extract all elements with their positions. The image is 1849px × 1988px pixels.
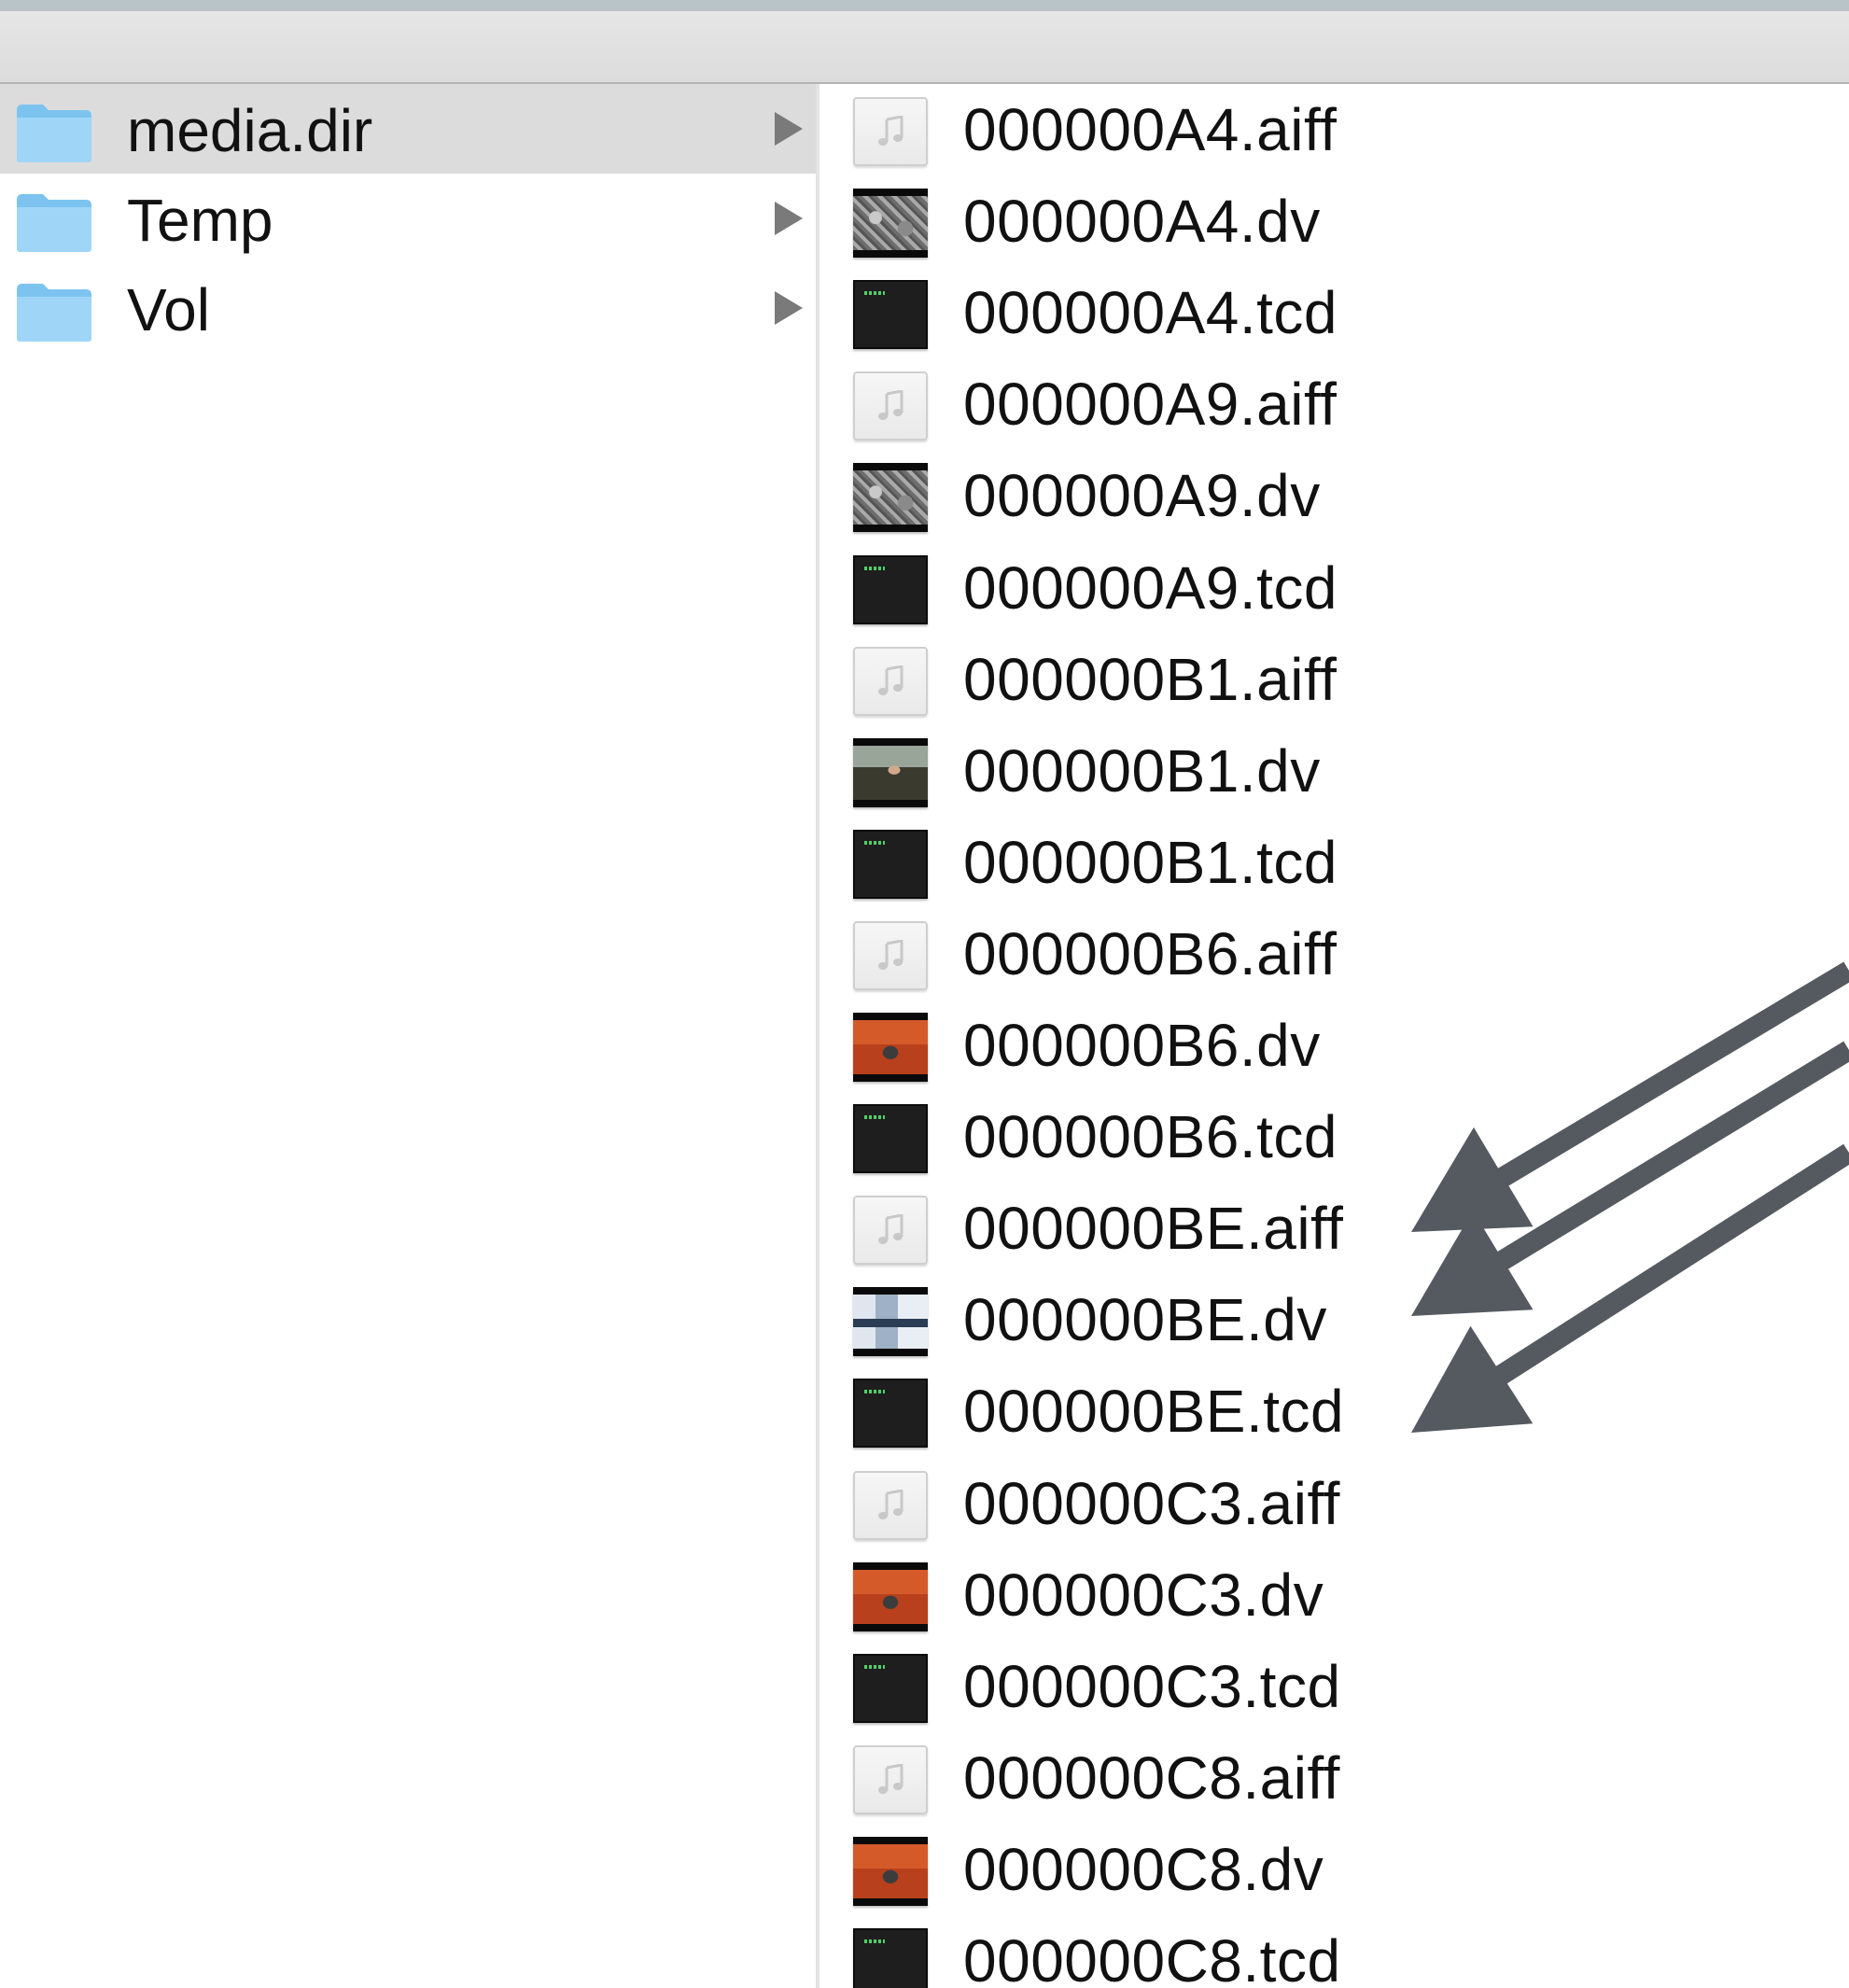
file-row[interactable]: 000000A4.tcd [819, 267, 1849, 358]
timecode-file-icon [853, 280, 928, 350]
file-row[interactable]: 000000A4.dv [819, 175, 1849, 267]
folder-row-temp[interactable]: Temp [0, 174, 816, 263]
file-row[interactable]: 000000C8.tcd [819, 1915, 1849, 1988]
file-row[interactable]: 000000A9.tcd [819, 542, 1849, 634]
browser-column-folders: media.dir Temp Vol [0, 84, 816, 1988]
browser-column-files: 000000A4.aiff 000000A4.dv 000000A4.tcd 0000… [819, 84, 1849, 1988]
file-row[interactable]: 000000B1.dv [819, 725, 1849, 817]
file-name: 000000B6.tcd [963, 1103, 1338, 1171]
file-name: 000000C3.aiff [963, 1469, 1340, 1537]
file-row[interactable]: 000000BE.dv [819, 1274, 1849, 1365]
disclosure-triangle-icon [775, 291, 803, 325]
file-name: 000000A9.aiff [963, 371, 1338, 439]
folder-icon [17, 284, 91, 342]
file-name: 000000A4.aiff [963, 96, 1338, 163]
audio-file-icon [853, 97, 928, 166]
folder-row-vol[interactable]: Vol [0, 263, 816, 353]
timecode-file-icon [853, 554, 928, 624]
video-thumbnail-icon [853, 737, 928, 807]
file-row[interactable]: 000000C8.aiff [819, 1732, 1849, 1824]
file-name: 000000B1.dv [963, 736, 1321, 805]
folder-icon [17, 105, 91, 162]
file-row[interactable]: 000000A9.aiff [819, 358, 1849, 450]
file-name: 000000C8.aiff [963, 1743, 1340, 1812]
file-name: 000000A9.dv [963, 462, 1321, 530]
file-row[interactable]: 000000C3.aiff [819, 1458, 1849, 1549]
folder-label: Vol [127, 276, 210, 343]
file-row[interactable]: 000000BE.tcd [819, 1365, 1849, 1457]
audio-file-icon [853, 920, 928, 990]
file-row[interactable]: 000000A9.dv [819, 450, 1849, 541]
timecode-file-icon [853, 829, 928, 899]
folder-row-media-dir[interactable]: media.dir [0, 84, 816, 174]
video-thumbnail-icon [853, 1013, 928, 1082]
video-thumbnail-icon [853, 189, 928, 259]
file-row[interactable]: 000000C3.dv [819, 1549, 1849, 1641]
video-thumbnail-icon [853, 1836, 928, 1906]
file-row[interactable]: 000000BE.aiff [819, 1183, 1849, 1274]
file-name: 000000B6.aiff [963, 919, 1338, 987]
file-name: 000000BE.aiff [963, 1195, 1344, 1263]
video-thumbnail-icon [853, 1287, 928, 1357]
audio-file-icon [853, 1196, 928, 1266]
disclosure-triangle-icon [775, 112, 803, 146]
audio-file-icon [853, 1470, 928, 1540]
file-name: 000000B6.dv [963, 1012, 1321, 1079]
file-name: 000000A4.dv [963, 188, 1321, 256]
video-thumbnail-icon [853, 1561, 928, 1631]
file-name: 000000B1.aiff [963, 645, 1338, 713]
audio-file-icon [853, 371, 928, 441]
timecode-file-icon [853, 1928, 928, 1988]
file-name: 000000C8.dv [963, 1835, 1324, 1903]
file-row[interactable]: 000000C8.dv [819, 1824, 1849, 1915]
file-name: 000000BE.dv [963, 1286, 1327, 1354]
finder-window: media.dir Temp Vol 000000A4.aiff 000000A4… [0, 0, 1849, 1988]
file-name: 000000A4.tcd [963, 279, 1338, 347]
window-top-edge [0, 0, 1849, 11]
file-name: 000000B1.tcd [963, 828, 1338, 896]
disclosure-triangle-icon [775, 202, 803, 235]
file-name: 000000C3.tcd [963, 1652, 1341, 1720]
file-row[interactable]: 000000B1.aiff [819, 634, 1849, 725]
file-name: 000000C3.dv [963, 1561, 1324, 1629]
file-name: 000000A9.tcd [963, 553, 1338, 622]
timecode-file-icon [853, 1653, 928, 1723]
folder-label: media.dir [127, 97, 373, 164]
file-row[interactable]: 000000B1.tcd [819, 817, 1849, 908]
file-row[interactable]: 000000B6.dv [819, 1000, 1849, 1091]
timecode-file-icon [853, 1379, 928, 1449]
audio-file-icon [853, 646, 928, 716]
file-name: 000000C8.tcd [963, 1927, 1341, 1988]
file-row[interactable]: 000000B6.tcd [819, 1091, 1849, 1183]
folder-icon [17, 194, 91, 252]
audio-file-icon [853, 1744, 928, 1814]
window-toolbar [0, 11, 1849, 84]
file-row[interactable]: 000000B6.aiff [819, 908, 1849, 1000]
file-row[interactable]: 000000C3.tcd [819, 1641, 1849, 1732]
file-row[interactable]: 000000A4.aiff [819, 84, 1849, 175]
file-name: 000000BE.tcd [963, 1378, 1345, 1446]
folder-label: Temp [127, 187, 273, 254]
timecode-file-icon [853, 1104, 928, 1174]
video-thumbnail-icon [853, 463, 928, 533]
